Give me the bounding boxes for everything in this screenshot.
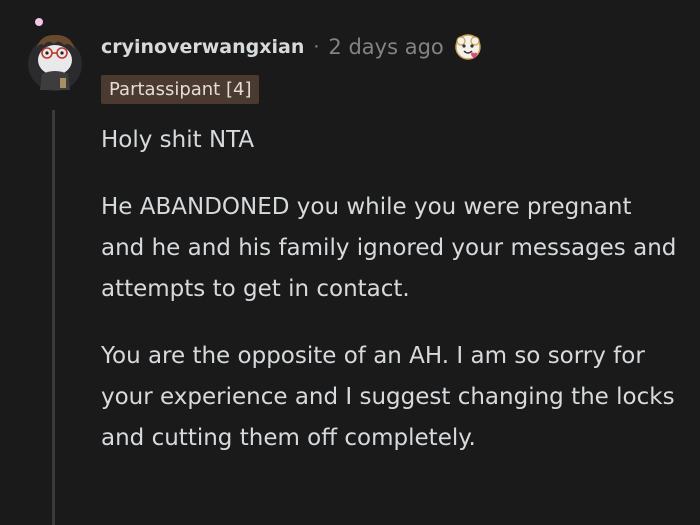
comment-header: cryinoverwangxian · 2 days ago	[101, 30, 483, 64]
comment-paragraph: Holy shit NTA	[101, 127, 255, 153]
thread-line[interactable]	[52, 110, 55, 525]
comment: cryinoverwangxian · 2 days ago Partassip…	[0, 0, 700, 525]
award-icon[interactable]	[453, 32, 483, 62]
comment-paragraph: He ABANDONED you while you were pregnant…	[101, 194, 677, 302]
username-link[interactable]: cryinoverwangxian	[101, 36, 304, 58]
comment-paragraph: You are the opposite of an AH. I am so s…	[101, 343, 675, 451]
meta-separator: ·	[313, 36, 320, 58]
comment-body: Holy shit NTA He ABANDONED you while you…	[101, 120, 681, 485]
timestamp-link[interactable]: 2 days ago	[328, 35, 443, 59]
user-flair: Partassipant [4]	[101, 75, 260, 104]
user-avatar[interactable]	[26, 18, 84, 92]
